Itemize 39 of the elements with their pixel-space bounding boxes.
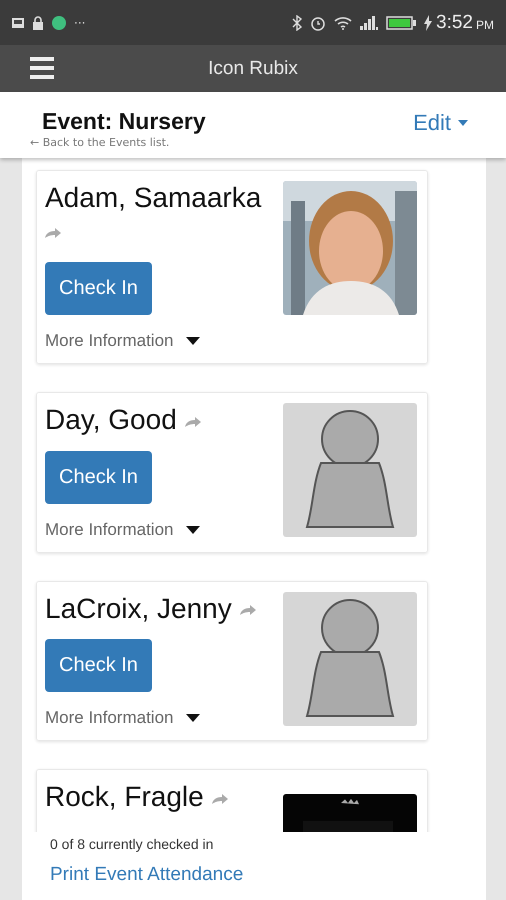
share-arrow-icon[interactable] (240, 604, 256, 616)
back-link[interactable]: ← Back to the Events list. (30, 136, 206, 149)
signal-icon (360, 16, 378, 30)
check-in-button[interactable]: Check In (45, 450, 152, 504)
share-arrow-icon[interactable] (45, 227, 61, 240)
caret-icon (186, 714, 200, 722)
print-attendance-link[interactable]: Print Event Attendance (50, 864, 486, 886)
person-name: Adam, Samaarka (45, 182, 262, 213)
check-in-button[interactable]: Check In (45, 262, 152, 316)
battery-icon (386, 16, 416, 30)
person-name: Rock, Fragle (45, 781, 204, 812)
charging-icon (424, 14, 432, 30)
avatar-placeholder-icon (283, 592, 417, 726)
edit-menu[interactable]: Edit (413, 110, 468, 136)
wifi-icon (334, 16, 352, 30)
status-dot-icon (52, 16, 66, 30)
share-arrow-icon[interactable] (184, 416, 201, 428)
more-information-toggle[interactable]: More Information (45, 708, 174, 728)
caret-icon (186, 337, 200, 346)
app-title: Icon Rubix (208, 58, 298, 80)
share-arrow-icon[interactable] (212, 792, 228, 805)
more-notifications: ··· (74, 16, 86, 30)
checked-in-count: 0 of 8 currently checked in (50, 836, 214, 852)
more-information-toggle[interactable]: More Information (45, 331, 174, 352)
bluetooth-icon (292, 14, 302, 30)
lock-icon (32, 16, 44, 30)
menu-icon[interactable] (30, 57, 54, 79)
image-icon (12, 18, 24, 28)
clock-time: 3:52 (436, 12, 473, 34)
caret-icon (458, 120, 468, 126)
person-name: Day, Good (45, 404, 177, 436)
caret-icon (186, 526, 200, 534)
clock-period: PM (476, 18, 494, 32)
more-information-toggle[interactable]: More Information (45, 520, 174, 540)
event-title: Event: Nursery (41, 108, 206, 135)
check-in-button[interactable]: Check In (45, 639, 152, 692)
avatar-placeholder-icon (283, 403, 417, 538)
person-name: LaCroix, Jenny (45, 592, 232, 624)
alarm-icon (310, 14, 326, 30)
